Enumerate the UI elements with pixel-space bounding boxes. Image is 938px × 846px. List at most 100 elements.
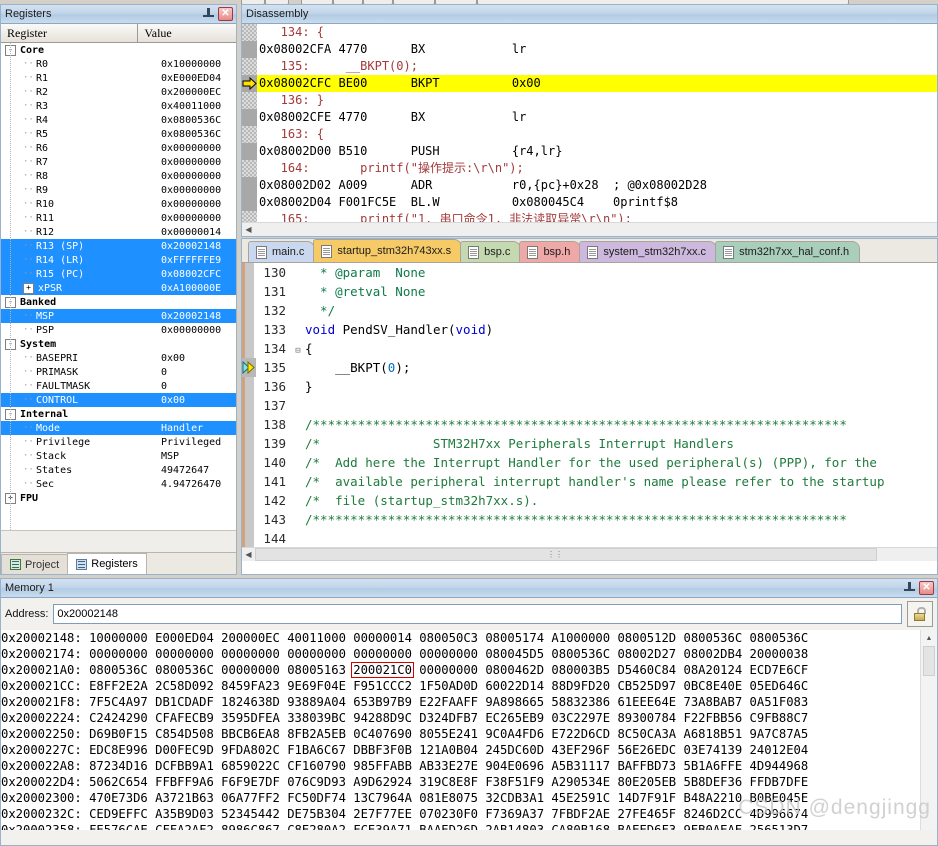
register-row[interactable]: ····R14 (LR)0xFFFFFFE9 [1,253,236,267]
memory-row[interactable]: 0x20002174: 00000000 00000000 00000000 0… [1,646,937,662]
register-row[interactable]: ····R00x10000000 [1,57,236,71]
memory-word[interactable]: 081E8075 [419,791,478,805]
memory-word[interactable]: 121A0B04 [419,743,478,757]
memory-word[interactable]: 9FDA802C [221,743,280,757]
memory-word[interactable]: D5460C84 [617,663,676,677]
code-line[interactable]: 135 __BKPT(0); [242,358,937,377]
editor-tab-system-stm32h7xx-c[interactable]: system_stm32h7xx.c [579,241,717,262]
memory-word[interactable]: 9C0A4FD6 [485,727,544,741]
memory-word[interactable]: FC50DF74 [287,791,346,805]
register-row[interactable]: ····PSP0x00000000 [1,323,236,337]
memory-word[interactable]: 73A8BAB7 [683,695,742,709]
memory-word[interactable]: 45E2591C [551,791,610,805]
memory-word[interactable]: 60022D14 [485,679,544,693]
memory-word[interactable]: 9A898665 [485,695,544,709]
memory-word[interactable]: 5B8DEF36 [683,775,742,789]
memory-word[interactable]: 00000014 [353,631,412,645]
memory-word[interactable]: 20000038 [750,647,809,661]
memory-word[interactable]: 338039BC [287,711,346,725]
disassembly-row[interactable]: 0x08002CFE 4770 BX lr [242,109,937,126]
code-line[interactable]: 136} [242,377,937,396]
memory-word[interactable]: 0BC8E40E [683,679,742,693]
register-row[interactable]: -Internal [1,407,236,421]
close-icon[interactable]: ✕ [218,7,233,21]
memory-word[interactable]: F6F9E7DF [221,775,280,789]
disassembly-gutter-cell[interactable] [242,58,257,75]
memory-row[interactable]: 0x20002250: D69B0F15 C854D508 BBCB6EA8 8… [1,726,937,742]
editor-tab-bsp-c[interactable]: bsp.c [460,241,521,262]
register-row[interactable]: ····StackMSP [1,449,236,463]
register-row[interactable]: ····R10xE000ED04 [1,71,236,85]
memory-word[interactable]: 61EEE64E [617,695,676,709]
disassembly-gutter-cell[interactable] [242,92,257,109]
memory-word[interactable]: 9EB0AEAE [683,823,742,830]
disassembly-row[interactable]: 0x08002D00 B510 PUSH {r4,lr} [242,143,937,160]
memory-row[interactable]: 0x200022D4: 5062C654 FFBFF9A6 F6F9E7DF 0… [1,774,937,790]
expand-icon[interactable]: + [23,283,34,294]
register-row[interactable]: -System [1,337,236,351]
memory-row[interactable]: 0x200021A0: 0800536C 0800536C 00000000 0… [1,662,937,678]
memory-word[interactable]: 00000000 [221,663,280,677]
register-row[interactable]: ····R15 (PC)0x08002CFC [1,267,236,281]
code-line[interactable]: 130 * @param None [242,263,937,282]
disassembly-gutter-cell[interactable] [242,24,257,41]
memory-word[interactable]: CFFA2AF2 [155,823,214,830]
memory-word[interactable]: BBCB6EA8 [221,727,280,741]
memory-word[interactable]: 0800536C [683,631,742,645]
register-row[interactable]: ····Sec4.94726470 [1,477,236,491]
memory-row[interactable]: 0x200021F8: 7F5C4A97 DB1CDADF 1824638D 9… [1,694,937,710]
memory-word[interactable]: 00000000 [419,647,478,661]
memory-word[interactable]: 08005174 [485,631,544,645]
memory-word[interactable]: 40011000 [287,631,346,645]
memory-word[interactable]: DCFBB9A1 [155,759,214,773]
memory-word[interactable]: B48A2210 [683,791,742,805]
register-row[interactable]: -Core [1,43,236,57]
disassembly-row[interactable]: 164: printf("操作提示:\r\n"); [242,160,937,177]
disassembly-row[interactable]: 0x08002D04 F001FC5E BL.W 0x080045C4 0pri… [242,194,937,211]
register-row[interactable]: ····R50x0800536C [1,127,236,141]
memory-word[interactable]: 13C7964A [353,791,412,805]
code-line[interactable]: 133void PendSV_Handler(void) [242,320,937,339]
register-row[interactable]: ····R90x00000000 [1,183,236,197]
memory-word[interactable]: C9FB88C7 [750,711,809,725]
memory-word[interactable]: F951CCC2 [353,679,412,693]
memory-word[interactable]: 1824638D [221,695,280,709]
memory-word[interactable]: FFDB7DFE [750,775,809,789]
memory-word[interactable]: 8459FA23 [221,679,280,693]
editor-hscrollbar[interactable]: ◀ ⋮⋮ [242,547,937,561]
memory-word[interactable]: 43EF296F [551,743,610,757]
memory-word[interactable]: D69B0F15 [89,727,148,741]
memory-word[interactable]: E8FF2E2A [89,679,148,693]
memory-word[interactable]: CED9EFFC [89,807,148,821]
memory-word[interactable]: 0800462D [485,663,544,677]
memory-word[interactable]: 03C2297E [551,711,610,725]
memory-word[interactable]: CFAFECB9 [155,711,214,725]
register-row[interactable]: ····R80x00000000 [1,169,236,183]
memory-word[interactable]: 0800536C [89,663,148,677]
memory-word[interactable]: 87234D16 [89,759,148,773]
memory-word[interactable]: DE75B304 [287,807,346,821]
disassembly-row[interactable]: 135: __BKPT(0); [242,58,937,75]
register-row[interactable]: ····ModeHandler [1,421,236,435]
disassembly-gutter-cell[interactable] [242,143,257,160]
memory-word[interactable]: E22FAAFF [419,695,478,709]
registers-tree[interactable]: -Core····R00x10000000····R10xE000ED04 ···… [1,43,236,531]
vscroll-thumb[interactable] [923,646,935,676]
memory-word[interactable]: 080050C3 [419,631,478,645]
memory-word[interactable]: F1BA6C67 [287,743,346,757]
memory-word[interactable]: A35B9D03 [155,807,214,821]
memory-word[interactable]: A1000000 [551,631,610,645]
memory-word[interactable]: 27FE465F [617,807,676,821]
disassembly-gutter-cell[interactable] [242,160,257,177]
disassembly-hscrollbar[interactable]: ◀ [242,222,937,236]
memory-word[interactable]: 653B97B9 [353,695,412,709]
memory-word[interactable]: 58832386 [551,695,610,709]
register-row[interactable]: ····R70x00000000 [1,155,236,169]
memory-word[interactable]: 32CDB3A1 [485,791,544,805]
memory-word[interactable]: 00000000 [89,647,148,661]
memory-word[interactable]: 0C407690 [353,727,412,741]
close-icon[interactable]: ✕ [919,581,934,595]
pin-icon[interactable] [903,581,917,595]
memory-word[interactable]: FCE39A71 [353,823,412,830]
memory-word[interactable]: 8FB2A5EB [287,727,346,741]
